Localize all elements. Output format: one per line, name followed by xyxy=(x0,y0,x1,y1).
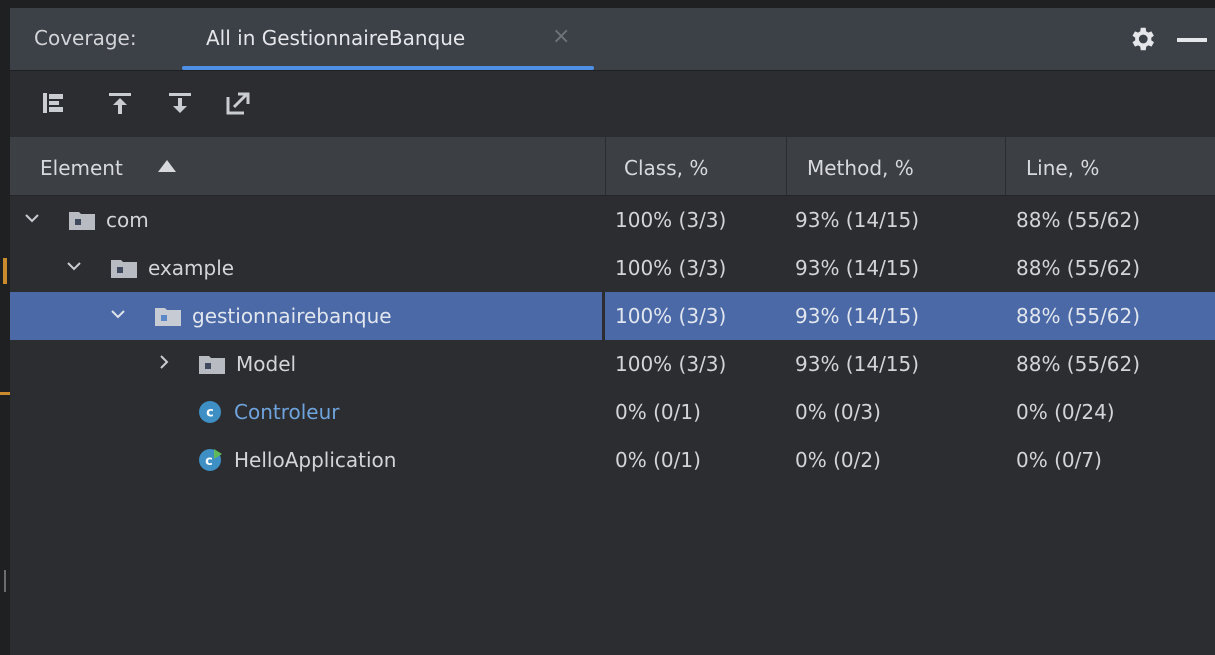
class-coverage: 100% (3/3) xyxy=(615,304,727,328)
tree-row-example[interactable]: example 100% (3/3) 93% (14/15) 88% (55/6… xyxy=(10,244,1215,292)
package-folder-icon xyxy=(111,260,137,278)
column-header-class[interactable]: Class, % xyxy=(606,137,787,195)
active-tab-indicator xyxy=(182,66,594,70)
window-top-edge xyxy=(0,0,1215,8)
generate-report-icon[interactable] xyxy=(224,89,252,117)
coverage-tool-window-header: Coverage: All in GestionnaireBanque × xyxy=(10,8,1215,71)
line-coverage: 0% (0/24) xyxy=(1016,400,1115,424)
gear-icon[interactable] xyxy=(1127,24,1157,54)
element-name: Model xyxy=(236,352,297,376)
column-header-method[interactable]: Method, % xyxy=(787,137,1006,195)
package-folder-icon xyxy=(69,212,95,230)
class-coverage: 100% (3/3) xyxy=(615,208,727,232)
minimize-icon[interactable] xyxy=(1177,38,1207,42)
tree-row-model[interactable]: Model 100% (3/3) 93% (14/15) 88% (55/62) xyxy=(10,340,1215,388)
column-header-label: Element xyxy=(40,156,123,180)
svg-text:c: c xyxy=(206,406,214,421)
coverage-table-header: Element Class, % Method, % Line, % xyxy=(10,137,1215,196)
element-name: gestionnairebanque xyxy=(192,304,392,328)
package-folder-icon xyxy=(155,308,181,326)
element-cell: c HelloApplication xyxy=(10,436,600,484)
column-header-label: Method, % xyxy=(807,156,914,180)
chevron-down-icon[interactable] xyxy=(24,210,40,226)
editor-gutter-edge xyxy=(0,0,10,655)
element-cell: com xyxy=(10,196,600,244)
method-coverage: 93% (14/15) xyxy=(795,208,920,232)
tree-row-controleur[interactable]: c Controleur 0% (0/1) 0% (0/3) 0% (0/24) xyxy=(10,388,1215,436)
line-coverage: 88% (55/62) xyxy=(1016,256,1141,280)
sort-ascending-icon xyxy=(158,160,176,172)
column-header-label: Class, % xyxy=(624,156,709,180)
element-cell: Model xyxy=(10,340,600,388)
tree-row-com[interactable]: com 100% (3/3) 93% (14/15) 88% (55/62) xyxy=(10,196,1215,244)
column-header-line[interactable]: Line, % xyxy=(1006,137,1215,195)
coverage-tree: com 100% (3/3) 93% (14/15) 88% (55/62) e… xyxy=(10,196,1215,484)
class-coverage: 0% (0/1) xyxy=(615,448,701,472)
column-header-label: Line, % xyxy=(1026,156,1100,180)
column-header-element[interactable]: Element xyxy=(10,137,606,195)
method-coverage: 0% (0/3) xyxy=(795,400,881,424)
tool-window-title: Coverage: xyxy=(34,26,137,50)
element-name: HelloApplication xyxy=(234,448,397,472)
chevron-down-icon[interactable] xyxy=(66,258,82,274)
close-icon[interactable]: × xyxy=(552,24,570,49)
tree-row-helloapplication[interactable]: c HelloApplication 0% (0/1) 0% (0/2) 0% … xyxy=(10,436,1215,484)
line-coverage: 88% (55/62) xyxy=(1016,352,1141,376)
class-icon: c xyxy=(199,401,221,423)
class-coverage: 0% (0/1) xyxy=(615,400,701,424)
line-coverage: 0% (0/7) xyxy=(1016,448,1102,472)
element-name: example xyxy=(148,256,235,280)
tree-row-gestionnairebanque[interactable]: gestionnairebanque 100% (3/3) 93% (14/15… xyxy=(10,292,1215,340)
element-cell: gestionnairebanque xyxy=(10,292,600,340)
runnable-class-icon: c xyxy=(199,449,222,471)
chevron-right-icon[interactable] xyxy=(156,354,172,370)
svg-text:c: c xyxy=(205,454,213,469)
tab-all-in-gestionnairebanque[interactable]: All in GestionnaireBanque × xyxy=(182,8,594,70)
element-name: Controleur xyxy=(234,400,340,424)
package-folder-icon xyxy=(199,356,225,374)
element-cell: example xyxy=(10,244,600,292)
class-coverage: 100% (3/3) xyxy=(615,256,727,280)
line-coverage: 88% (55/62) xyxy=(1016,208,1141,232)
method-coverage: 0% (0/2) xyxy=(795,448,881,472)
method-coverage: 93% (14/15) xyxy=(795,352,920,376)
class-coverage: 100% (3/3) xyxy=(615,352,727,376)
gutter-marker xyxy=(0,392,10,395)
go-up-icon[interactable] xyxy=(106,89,134,117)
gutter-marker xyxy=(3,258,7,284)
gutter-marker xyxy=(4,570,6,592)
go-down-icon[interactable] xyxy=(166,89,194,117)
column-divider xyxy=(602,292,605,340)
line-coverage: 88% (55/62) xyxy=(1016,304,1141,328)
tab-label: All in GestionnaireBanque xyxy=(206,26,466,50)
method-coverage: 93% (14/15) xyxy=(795,256,920,280)
flatten-packages-icon[interactable] xyxy=(40,89,68,117)
element-cell: c Controleur xyxy=(10,388,600,436)
chevron-down-icon[interactable] xyxy=(110,306,126,322)
coverage-toolbar xyxy=(10,71,1215,137)
element-name: com xyxy=(106,208,149,232)
method-coverage: 93% (14/15) xyxy=(795,304,920,328)
